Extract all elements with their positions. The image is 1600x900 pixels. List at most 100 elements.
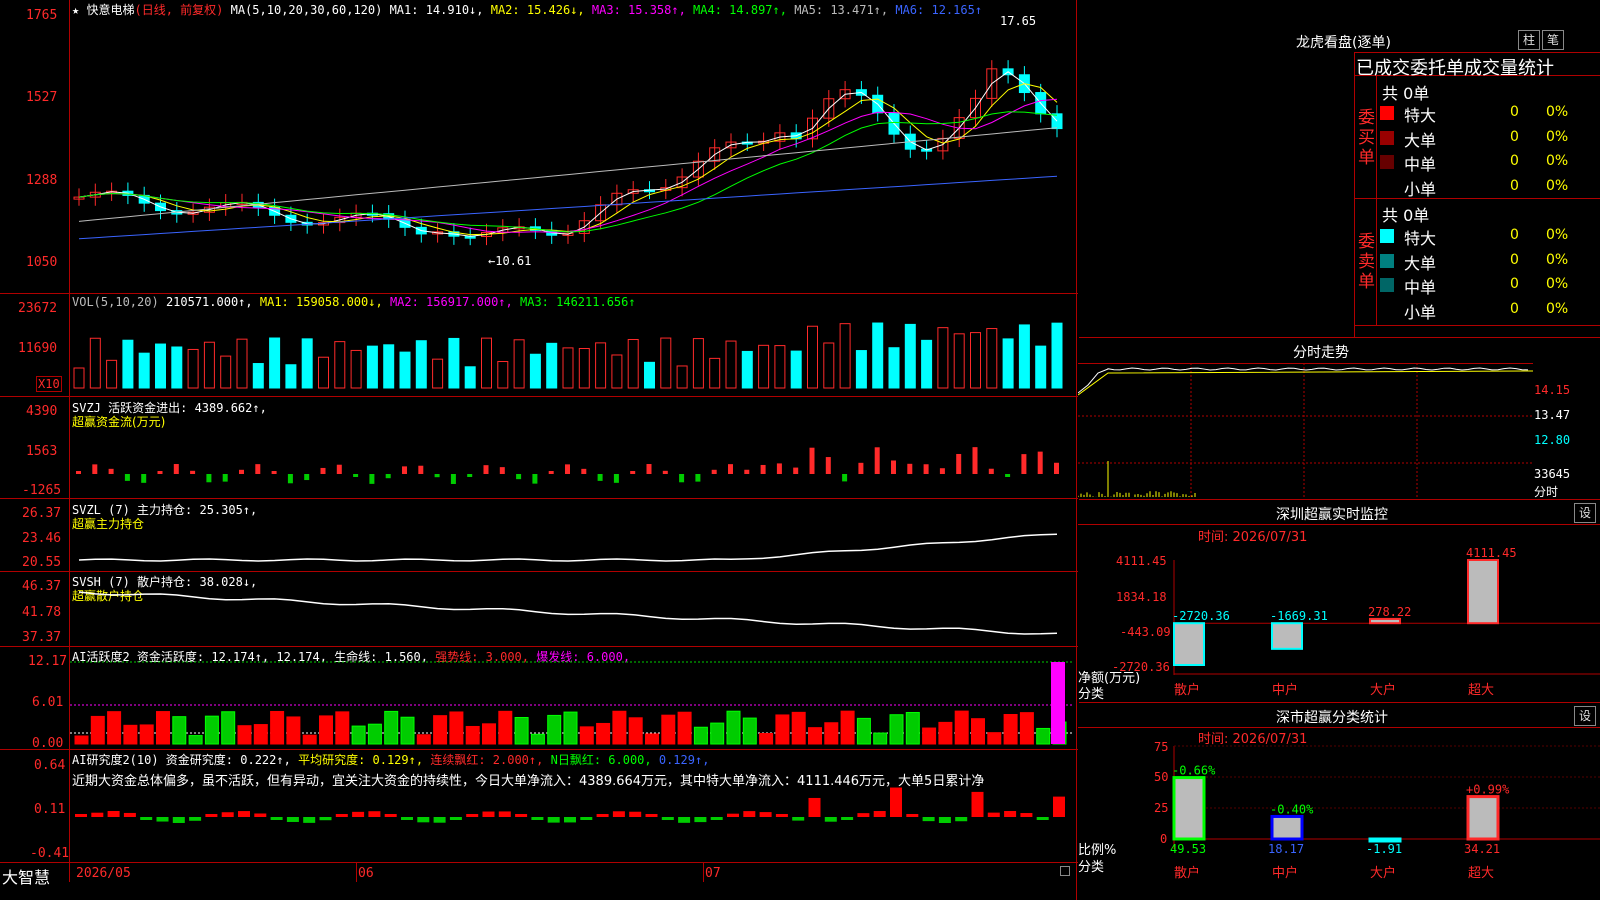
research-bar <box>629 812 641 817</box>
activity-bar <box>988 733 1001 744</box>
stats-axis-label: 75 <box>1154 740 1168 754</box>
fund-flow-bar <box>956 454 961 474</box>
activity-bar <box>694 727 707 744</box>
buy-total: 共 0单 <box>1382 80 1429 104</box>
order-pct: 0% <box>1546 252 1568 268</box>
order-pct: 0% <box>1546 227 1568 243</box>
fund-flow-bar <box>581 469 586 474</box>
main-chart-area[interactable]: ★ 快意电梯(日线, 前复权) MA(5,10,20,30,60,120) MA… <box>0 0 1078 900</box>
volume-bar <box>449 338 459 388</box>
research-bar <box>548 817 560 823</box>
fund-flow-bar <box>532 474 537 484</box>
sz-monitor-settings-button[interactable]: 设 <box>1574 503 1596 523</box>
fund-flow-bar <box>858 463 863 474</box>
order-count: 0 <box>1510 252 1519 268</box>
order-count: 0 <box>1510 227 1519 243</box>
order-count: 0 <box>1510 129 1519 145</box>
research-bar <box>809 798 821 817</box>
volume-bar <box>433 359 443 388</box>
fund-flow-bar <box>190 471 195 474</box>
research-bar <box>499 811 511 817</box>
sz-stats-settings-button[interactable]: 设 <box>1574 706 1596 726</box>
order-pct: 0% <box>1546 104 1568 120</box>
activity-bar <box>515 718 528 744</box>
fund-flow-bar <box>875 447 880 474</box>
volume-bar <box>596 343 606 388</box>
intraday-panel[interactable]: 分时走势 14.15 13.47 12.80 33645 分时 <box>1078 338 1600 500</box>
fund-flow-bar <box>679 474 684 482</box>
intraday-chart <box>1078 363 1534 500</box>
category-label: 超大 <box>1468 866 1494 881</box>
activity-bar <box>91 716 104 744</box>
sz-monitor-chart: -2720.36散户-1669.31中户278.22大户4111.45超大 <box>1168 540 1600 703</box>
color-swatch <box>1380 131 1394 145</box>
research-bar <box>108 811 120 817</box>
volume-bar <box>742 351 752 388</box>
intraday-unit: 分时 <box>1534 483 1558 500</box>
activity-bar <box>629 718 642 744</box>
fund-flow-bar <box>158 471 163 474</box>
fund-flow-bar <box>907 464 912 474</box>
category-label: 中户 <box>1272 682 1298 698</box>
volume-bar <box>400 352 410 388</box>
bar-mode-button[interactable]: 柱 <box>1518 30 1540 50</box>
activity-bar <box>222 712 235 744</box>
tick-mode-button[interactable]: 笔 <box>1542 30 1564 50</box>
volume-bar <box>90 338 100 388</box>
color-swatch <box>1380 180 1394 194</box>
ratio-value: -1.91 <box>1366 842 1402 856</box>
volume-bar <box>856 351 866 388</box>
order-pct: 0% <box>1546 276 1568 292</box>
longhu-panel: 龙虎看盘(逐单) 柱 笔 已成交委托单成交量统计 委买单 委卖单 共 0单 特大… <box>1078 0 1600 337</box>
research-bar <box>401 817 413 820</box>
fund-flow-bar <box>777 463 782 474</box>
fund-flow-bar <box>891 460 896 474</box>
activity-bar <box>1037 728 1050 744</box>
volume-bar <box>889 348 899 388</box>
activity-bar <box>613 711 626 744</box>
research-bar <box>646 814 658 817</box>
fund-flow-bar <box>1021 454 1026 474</box>
research-bar <box>385 814 397 817</box>
fund-flow-bar <box>630 471 635 474</box>
fund-flow-bar <box>598 474 603 481</box>
color-swatch <box>1380 155 1394 169</box>
sz-monitor-title: 深圳超赢实时监控 <box>1276 504 1388 524</box>
order-size-label: 大单 <box>1404 250 1436 274</box>
color-swatch <box>1380 254 1394 268</box>
volume-bar <box>514 340 524 388</box>
volume-bar <box>661 338 671 388</box>
order-size-label: 特大 <box>1404 225 1436 249</box>
activity-bar <box>336 712 349 744</box>
volume-bar <box>221 356 231 388</box>
ratio-value: 34.21 <box>1464 842 1500 856</box>
fund-flow-bar <box>76 471 81 474</box>
volume-bar <box>319 357 329 388</box>
order-size-label: 小单 <box>1404 299 1436 323</box>
activity-bar <box>352 726 365 744</box>
activity-bar <box>368 724 381 744</box>
fund-flow-bar <box>435 474 440 477</box>
volume-bar <box>726 341 736 388</box>
activity-bar <box>646 734 659 744</box>
fund-flow-bar <box>728 464 733 474</box>
activity-bar <box>972 719 985 744</box>
net-flow-value: -1669.31 <box>1270 609 1328 623</box>
fund-flow-bar <box>418 466 423 474</box>
activity-bar <box>760 733 773 744</box>
activity-bar <box>401 717 414 744</box>
fund-flow-bar <box>793 468 798 474</box>
longhu-title: 龙虎看盘(逐单) <box>1296 32 1391 52</box>
activity-bar <box>1051 662 1065 744</box>
longhu-header: 已成交委托单成交量统计 <box>1356 54 1554 80</box>
research-bar <box>368 811 380 817</box>
volume-bar <box>693 339 703 388</box>
research-bar <box>417 817 429 822</box>
volume-bar <box>172 347 182 388</box>
activity-bar <box>189 736 202 744</box>
volume-bar <box>465 367 475 388</box>
activity-bar <box>939 722 952 744</box>
volume-bar <box>954 334 964 388</box>
category-label: 大户 <box>1370 865 1396 881</box>
fund-flow-bar <box>761 465 766 474</box>
